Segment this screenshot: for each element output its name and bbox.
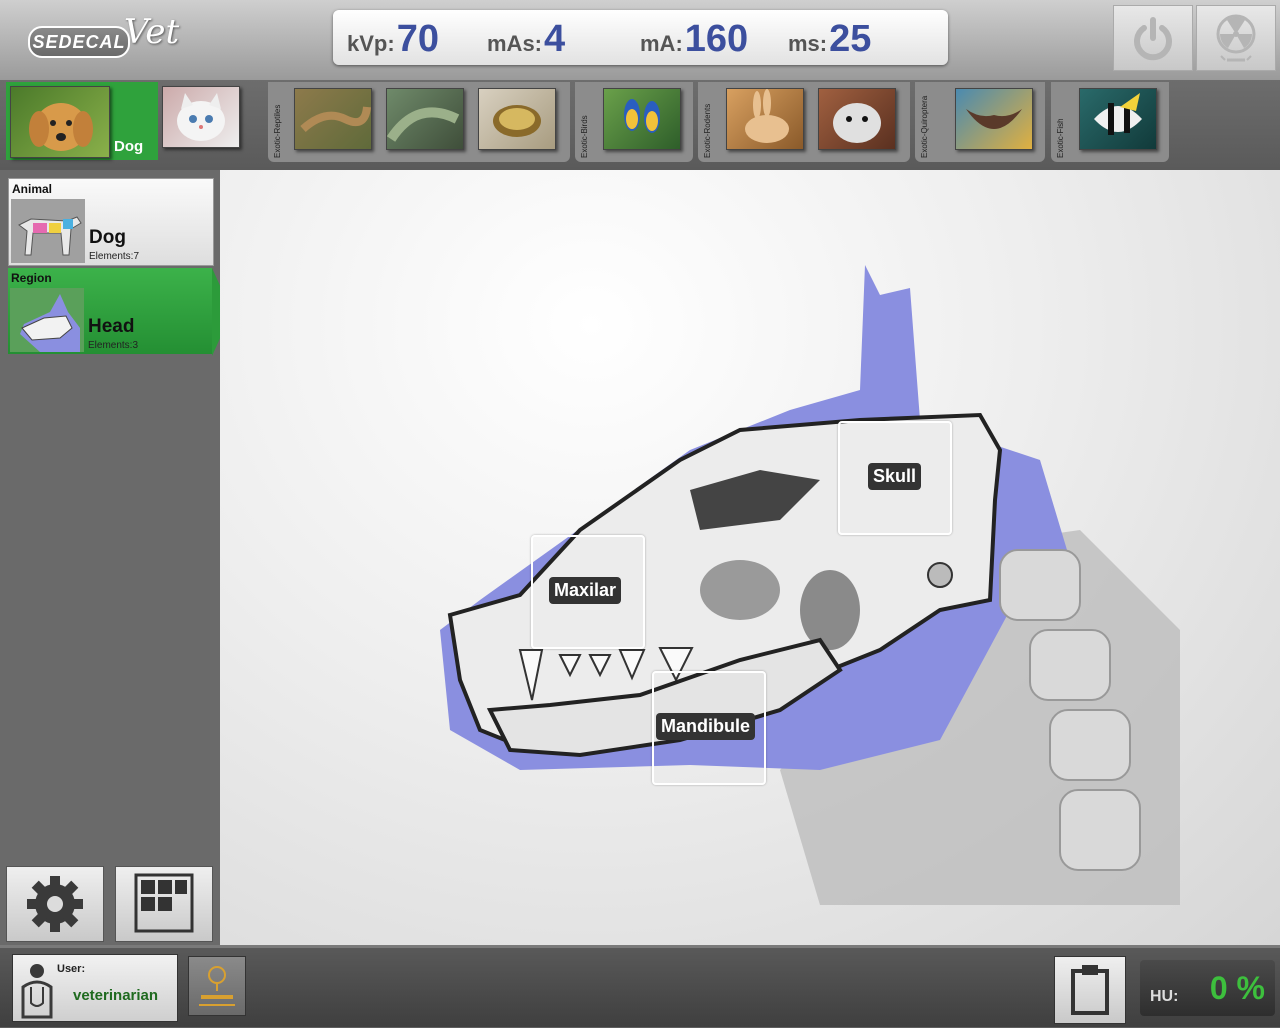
mas-value: 4 [544, 18, 566, 60]
hu-label: HU: [1150, 988, 1179, 1005]
animal-lizard[interactable] [294, 88, 372, 150]
logo-text: SEDECAL [28, 26, 130, 58]
hamster-thumbnail [833, 103, 881, 143]
animal-dog-selected[interactable]: Dog [6, 82, 158, 160]
rabbit-thumbnail [745, 89, 789, 143]
dog-head-illustration [440, 265, 1180, 905]
animal-bat[interactable] [955, 88, 1033, 150]
ma-value: 160 [684, 18, 749, 60]
user-name: veterinarian [73, 987, 159, 1004]
user-label: User: [57, 963, 86, 975]
region-skull-label: Skull [868, 463, 922, 490]
category-rodents: Exotic-Rodents [698, 82, 910, 162]
user-icon [21, 964, 53, 1019]
mas-label: mAs: [487, 31, 543, 56]
top-bar: SEDECAL Vet kVp: 70 mAs: 4 mA: 160 ms: 2… [0, 0, 1280, 80]
settings-button[interactable] [6, 866, 104, 942]
region-card[interactable]: Region Head Elements:3 [8, 268, 212, 354]
region-mandibule-label: Mandibule [656, 713, 755, 740]
patient-position-button[interactable] [188, 956, 246, 1016]
patient-table-icon [199, 966, 235, 1006]
animal-turtle[interactable] [478, 88, 556, 150]
category-label: Exotic-Rodents [703, 103, 712, 158]
animal-card-name: Dog [89, 227, 126, 248]
hu-value: 0 % [1209, 970, 1265, 1006]
ma-label: mA: [640, 31, 683, 56]
category-quiroptera: Exotic-Quiroptera [915, 82, 1045, 162]
ms-param[interactable]: ms: 25 [788, 18, 872, 60]
category-reptiles: Exotic-Reptiles [268, 82, 570, 162]
region-card-elements: Elements:3 [88, 340, 139, 351]
sedecal-vet-logo: SEDECAL Vet [26, 10, 180, 68]
category-label: Exotic-Fish [1056, 118, 1065, 158]
grid-icon [134, 873, 194, 933]
lizard-thumbnail [300, 106, 371, 133]
radiation-icon [1216, 14, 1256, 62]
layout-grid-button[interactable] [115, 866, 213, 942]
bottom-bar: User: veterinarian HU: 0 % [0, 945, 1280, 1027]
left-panel: Animal Dog Elements:7 Region Head Elemen… [0, 170, 232, 945]
animal-rabbit[interactable] [726, 88, 804, 150]
ms-value: 25 [829, 18, 872, 60]
animal-hamster[interactable] [818, 88, 896, 150]
region-card-name: Head [88, 316, 135, 337]
kvp-label: kVp: [347, 31, 395, 56]
category-fish: Exotic-Fish [1051, 82, 1169, 162]
kvp-value: 70 [396, 18, 439, 60]
ma-param[interactable]: mA: 160 [640, 18, 749, 60]
dog-skeleton-icon [11, 199, 85, 263]
dog-head-icon [10, 288, 84, 352]
animal-cat[interactable] [162, 86, 240, 148]
radiation-button[interactable] [1196, 5, 1276, 71]
gear-icon [27, 876, 83, 932]
mas-param[interactable]: mAs: 4 [487, 18, 566, 60]
animal-card[interactable]: Animal Dog Elements:7 [8, 178, 214, 266]
logo-script: Vet [124, 12, 180, 52]
anatomy-view: Skull Maxilar Mandibule [220, 170, 1280, 945]
category-label: Exotic-Quiroptera [920, 95, 929, 158]
power-button[interactable] [1113, 5, 1193, 71]
animal-card-elements: Elements:7 [89, 251, 140, 262]
user-panel[interactable]: User: veterinarian [12, 954, 178, 1022]
fish-thumbnail [1094, 93, 1142, 135]
exposure-parameters: kVp: 70 mAs: 4 mA: 160 ms: 25 [333, 10, 948, 65]
power-icon [1134, 17, 1172, 61]
animal-card-title: Animal [12, 182, 53, 196]
clipboard-button[interactable] [1054, 956, 1126, 1024]
ms-label: ms: [788, 31, 828, 56]
category-label: Exotic-Reptiles [273, 104, 282, 158]
animal-fish[interactable] [1079, 88, 1157, 150]
category-birds: Exotic-Birds [575, 82, 693, 162]
turtle-thumbnail [493, 105, 541, 137]
category-label: Exotic-Birds [580, 115, 589, 158]
selected-animal-label: Dog [114, 138, 144, 155]
animal-selector-strip: Dog Exotic-Reptiles Exotic-Birds Exotic-… [0, 80, 1280, 170]
parrot-thumbnail [624, 99, 660, 133]
animal-snake[interactable] [386, 88, 464, 150]
dog-thumbnail [10, 86, 110, 158]
snake-thumbnail [387, 107, 460, 142]
region-maxilar[interactable]: Maxilar [531, 535, 645, 649]
heat-units-indicator: HU: 0 % [1140, 960, 1275, 1016]
region-card-title: Region [11, 271, 52, 285]
region-maxilar-label: Maxilar [549, 577, 622, 604]
bat-thumbnail [966, 109, 1022, 129]
clipboard-icon [1071, 965, 1109, 1015]
animal-parrots[interactable] [603, 88, 681, 150]
region-skull[interactable]: Skull [838, 421, 952, 535]
kvp-param[interactable]: kVp: 70 [347, 18, 439, 60]
region-mandibule[interactable]: Mandibule [652, 671, 766, 785]
cat-thumbnail [177, 93, 225, 141]
